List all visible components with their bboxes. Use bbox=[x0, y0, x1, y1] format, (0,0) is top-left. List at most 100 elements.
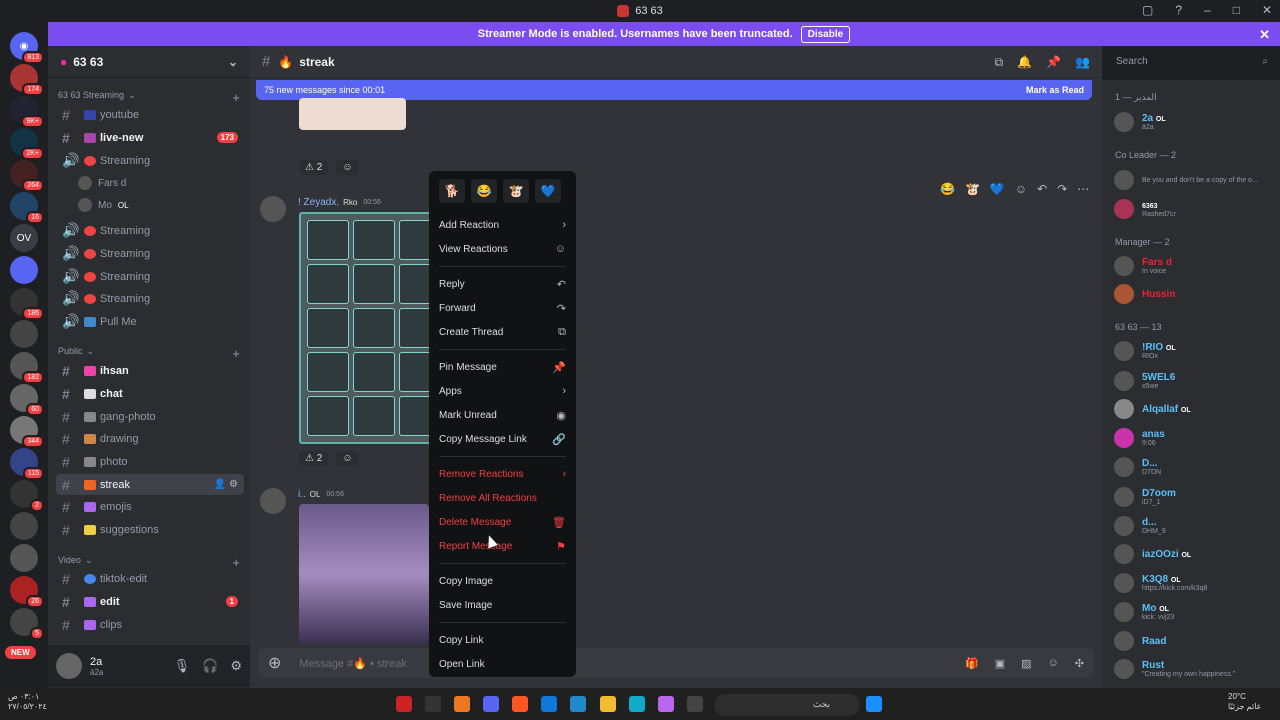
channel-gang-photo[interactable]: # gang-photo bbox=[56, 406, 244, 427]
menu-remove-all-reactions[interactable]: Remove All Reactions bbox=[439, 486, 566, 510]
member[interactable]: Raad bbox=[1114, 629, 1274, 653]
new-messages-bar[interactable]: 75 new messages since 00:01 Mark as Read bbox=[256, 80, 1092, 100]
microphone-icon[interactable]: 🎙 bbox=[174, 658, 191, 674]
member[interactable]: Hussin bbox=[1114, 282, 1274, 306]
copilot-icon[interactable] bbox=[658, 696, 674, 712]
member[interactable]: !RIO OL RIOx bbox=[1114, 339, 1274, 363]
menu-pin-message[interactable]: Pin Message 📌 bbox=[439, 355, 566, 379]
server-icon[interactable]: 16 bbox=[10, 192, 44, 224]
terminal-icon[interactable] bbox=[425, 696, 441, 712]
mark-as-read-button[interactable]: Mark as Read bbox=[1026, 85, 1084, 95]
windows-start-icon[interactable] bbox=[866, 696, 882, 712]
server-icon[interactable]: 182 bbox=[10, 352, 44, 384]
reply-icon[interactable]: ↶ bbox=[1037, 182, 1047, 196]
server-icon[interactable] bbox=[10, 512, 38, 540]
menu-delete-message[interactable]: Delete Message 🗑 bbox=[439, 510, 566, 534]
cow-emoji-icon[interactable]: 🐮 bbox=[503, 179, 529, 203]
minimize-button[interactable]: – bbox=[1204, 3, 1211, 17]
disable-button[interactable]: Disable bbox=[800, 25, 851, 43]
menu-report-message[interactable]: Report Message ⚑ bbox=[439, 534, 566, 558]
custom-emoji-icon[interactable]: 🐕 bbox=[439, 179, 465, 203]
sticker-icon[interactable]: ▨ bbox=[1021, 657, 1031, 670]
voice-user[interactable]: Mo OL bbox=[78, 198, 129, 212]
channel-emojis[interactable]: # emojis bbox=[56, 496, 244, 517]
menu-mark-unread[interactable]: Mark Unread ◉ bbox=[439, 403, 566, 427]
laugh-emoji-icon[interactable]: 😂 bbox=[471, 179, 497, 203]
menu-copy-message-link[interactable]: Copy Message Link 🔗 bbox=[439, 427, 566, 451]
server-header[interactable]: ● 63 63 ⌄ bbox=[48, 46, 250, 78]
server-icon[interactable]: 26 bbox=[10, 576, 44, 608]
member[interactable]: Be you and don't be a copy of the o... bbox=[1114, 168, 1274, 192]
member[interactable]: anas 9:06 bbox=[1114, 426, 1274, 450]
member[interactable]: 2a OL ä2a bbox=[1114, 110, 1274, 134]
headphones-icon[interactable]: 🎧 bbox=[202, 658, 218, 674]
inventory-image[interactable] bbox=[299, 212, 441, 444]
menu-reply[interactable]: Reply ↶ bbox=[439, 272, 566, 296]
maximize-button[interactable]: □ bbox=[1233, 3, 1240, 17]
outlook-icon[interactable] bbox=[541, 696, 557, 712]
add-channel-icon[interactable]: + bbox=[232, 90, 240, 105]
close-banner-icon[interactable]: ✕ bbox=[1259, 27, 1270, 43]
pin-icon[interactable]: 📌 bbox=[1046, 55, 1061, 70]
voice-channel-pull[interactable]: 🔊 Pull Me bbox=[56, 311, 244, 332]
edge-icon[interactable] bbox=[629, 696, 645, 712]
voice-channel[interactable]: 🔊 Streaming bbox=[56, 266, 244, 287]
member[interactable]: K3Q8 OL https://kick.com/k3q8 bbox=[1114, 571, 1274, 595]
server-icon[interactable] bbox=[10, 256, 38, 284]
server-icon[interactable]: OV bbox=[10, 224, 38, 252]
member[interactable]: Rust "Creating my own happiness." bbox=[1114, 657, 1274, 681]
brave-icon[interactable] bbox=[512, 696, 528, 712]
settings-icon[interactable]: 👤 ⚙ bbox=[214, 479, 238, 490]
server-icon[interactable]: 2K+ bbox=[10, 128, 44, 160]
new-badge[interactable]: NEW bbox=[5, 646, 36, 659]
menu-apps[interactable]: Apps › bbox=[439, 379, 566, 403]
member[interactable]: 6363 Rashed7cr bbox=[1114, 197, 1274, 221]
server-icon[interactable] bbox=[10, 320, 38, 348]
voice-channel[interactable]: 🔊 Streaming bbox=[56, 243, 244, 264]
category-public[interactable]: Public ⌄ + bbox=[58, 346, 240, 361]
menu-add-reaction[interactable]: Add Reaction › bbox=[439, 213, 566, 237]
channel-youtube[interactable]: # youtube bbox=[56, 104, 244, 125]
folder-icon[interactable] bbox=[600, 696, 616, 712]
app-icon[interactable] bbox=[396, 696, 412, 712]
menu-forward[interactable]: Forward ↷ bbox=[439, 296, 566, 320]
voice-channel[interactable]: 🔊 Streaming bbox=[56, 288, 244, 309]
apps-icon[interactable]: ✣ bbox=[1075, 657, 1084, 670]
menu-open-link[interactable]: Open Link bbox=[439, 652, 566, 676]
voice-channel[interactable]: 🔊 Streaming bbox=[56, 150, 244, 171]
channel-streak[interactable]: # streak 👤 ⚙ bbox=[56, 474, 244, 495]
menu-remove-reactions[interactable]: Remove Reactions › bbox=[439, 462, 566, 486]
channel-photo[interactable]: # photo bbox=[56, 451, 244, 472]
members-icon[interactable]: 👥 bbox=[1075, 55, 1090, 70]
server-icon[interactable]: 115 bbox=[10, 448, 44, 480]
sky-image[interactable] bbox=[299, 504, 429, 644]
reaction-pill[interactable]: ⚠ 2 bbox=[299, 160, 329, 175]
bell-icon[interactable]: 🔔 bbox=[1017, 55, 1032, 70]
add-reaction-icon[interactable]: ☺ bbox=[1015, 182, 1027, 196]
server-icon[interactable]: 264 bbox=[10, 160, 44, 192]
blue-heart-icon[interactable]: 💙 bbox=[535, 179, 561, 203]
gif-icon[interactable]: ▣ bbox=[995, 657, 1005, 670]
gear-icon[interactable]: ⚙ bbox=[230, 658, 242, 674]
clock[interactable]: ٠٣:٠١ ص ٢٧/٠٥/٢٠٢٤ bbox=[8, 692, 47, 712]
forward-icon[interactable]: ↷ bbox=[1057, 182, 1067, 196]
avatar[interactable] bbox=[260, 488, 286, 514]
member[interactable]: iazOOzi OL bbox=[1114, 542, 1274, 566]
inbox-icon[interactable]: ▢ bbox=[1142, 3, 1153, 17]
avatar[interactable] bbox=[260, 196, 286, 222]
message-author[interactable]: ! Zeyadx. bbox=[298, 197, 339, 208]
server-icon[interactable]: 2 bbox=[10, 480, 44, 512]
menu-view-reactions[interactable]: View Reactions ☺ bbox=[439, 237, 566, 261]
server-icon[interactable]: 5 bbox=[10, 608, 44, 640]
menu-copy-link[interactable]: Copy Link bbox=[439, 628, 566, 652]
channel-tiktok-edit[interactable]: # tiktok-edit bbox=[56, 568, 244, 589]
channel-edit[interactable]: # edit 1 bbox=[56, 591, 244, 612]
channel-suggestions[interactable]: # suggestions bbox=[56, 519, 244, 540]
home-icon[interactable]: ◉ 813 bbox=[10, 32, 44, 64]
more-icon[interactable]: ⋯ bbox=[1077, 182, 1089, 196]
voice-channel[interactable]: 🔊 Streaming bbox=[56, 220, 244, 241]
member[interactable]: Mo OL kick: vvj23 bbox=[1114, 600, 1274, 624]
server-icon[interactable]: 186 bbox=[10, 288, 44, 320]
channel-drawing[interactable]: # drawing bbox=[56, 428, 244, 449]
search-input[interactable]: Search ⌕ bbox=[1111, 52, 1273, 72]
